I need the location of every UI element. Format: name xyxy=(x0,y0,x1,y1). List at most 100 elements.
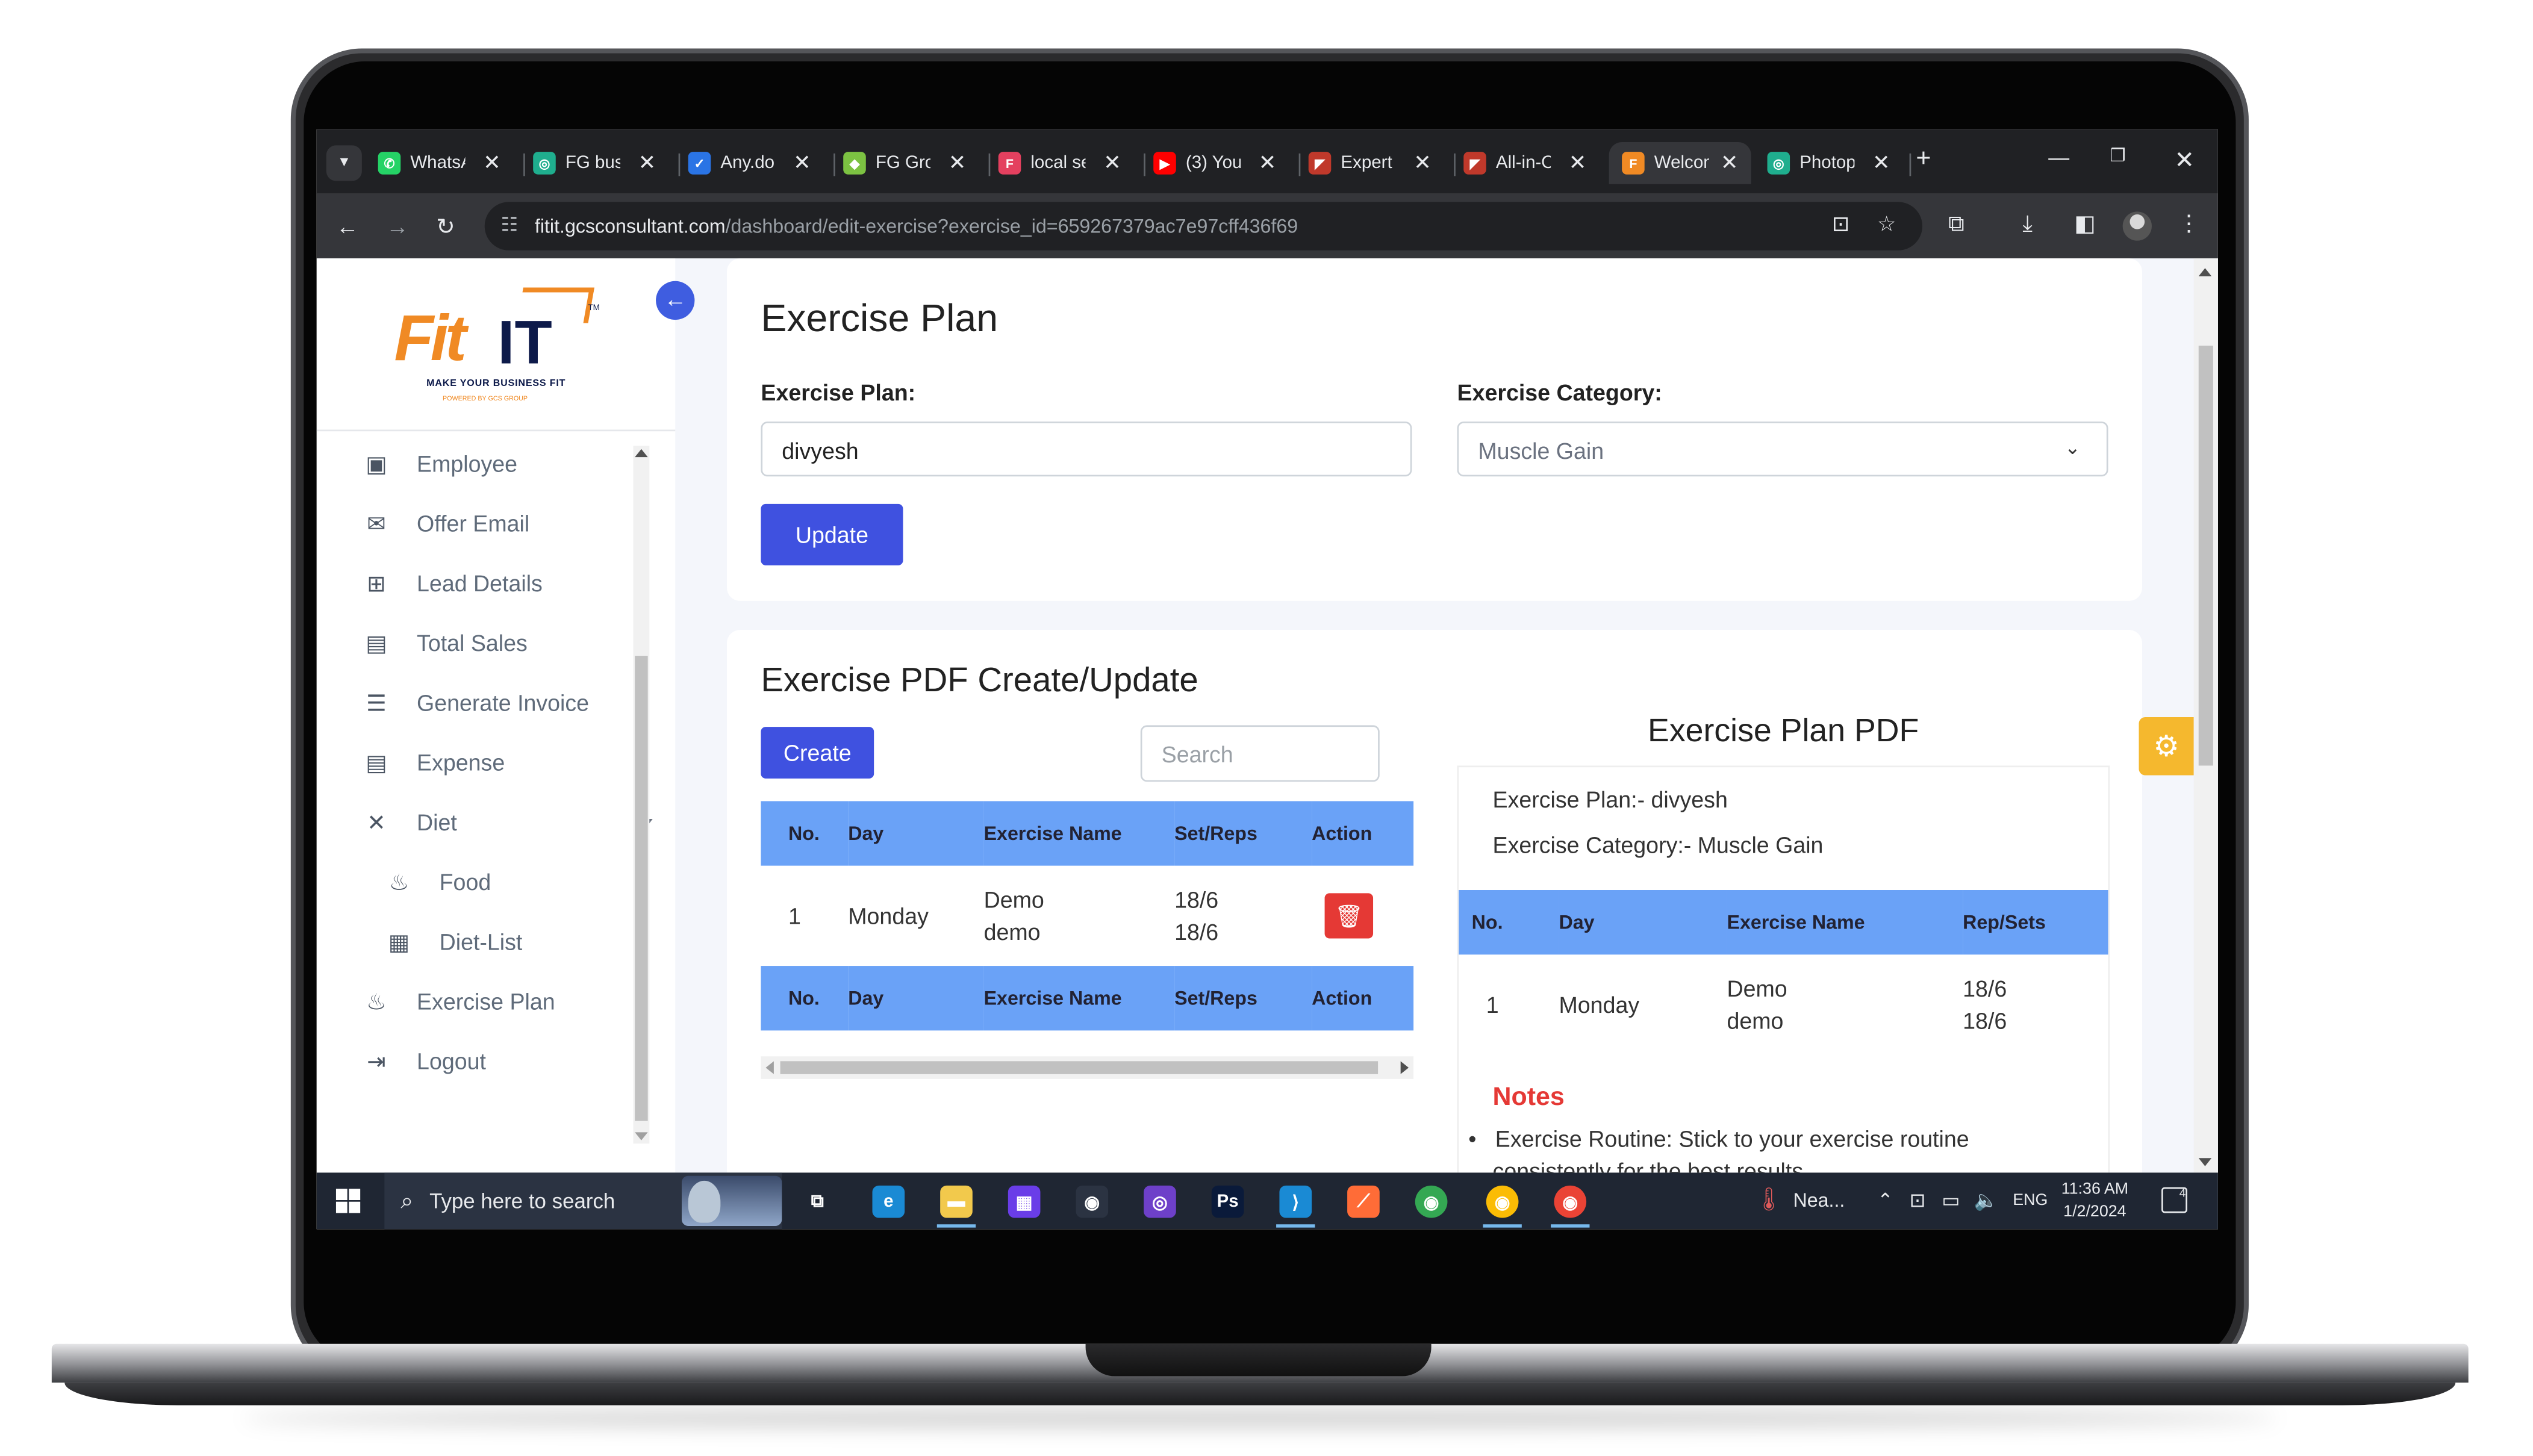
back-arrow-icon[interactable]: ← xyxy=(336,213,359,239)
taskbar-clock[interactable]: 11:36 AM 1/2/2024 xyxy=(2061,1179,2128,1224)
tab-close-icon[interactable]: ✕ xyxy=(638,150,656,176)
utensils-icon: ✕ xyxy=(367,808,386,835)
settings-gear-icon[interactable]: ⚙ xyxy=(2139,717,2194,776)
site-info-icon[interactable]: ☷ xyxy=(501,213,519,236)
tab-close-icon[interactable]: ✕ xyxy=(1872,150,1890,176)
note-text-cont: consistently for the best results xyxy=(1492,1158,1804,1173)
tab-close-icon[interactable]: ✕ xyxy=(1259,150,1276,176)
figma-color-icon[interactable]: ▦ xyxy=(1008,1185,1041,1218)
tab-search-button[interactable]: ▾ xyxy=(326,145,362,181)
browser-tab[interactable]: ◤ Expert ✕ xyxy=(1308,142,1441,184)
file-explorer-icon[interactable]: ▬ xyxy=(940,1185,973,1218)
github-icon[interactable]: ◎ xyxy=(1144,1185,1176,1218)
chrome-icon[interactable]: ◉ xyxy=(1415,1185,1448,1218)
preview-col-rep-sets: Rep/Sets xyxy=(1963,890,2108,955)
sidebar-item-label: Generate Invoice xyxy=(417,689,590,716)
browser-tab[interactable]: Flocal seo ✕ xyxy=(998,142,1131,184)
url-text[interactable]: fitit.gcsconsultant.com/dashboard/edit-e… xyxy=(535,215,1298,238)
extensions-icon[interactable]: ⧉ xyxy=(1948,210,1964,238)
restore-button[interactable]: ❐ xyxy=(2110,145,2125,166)
tab-close-icon[interactable]: ✕ xyxy=(949,150,966,176)
vscode-icon[interactable]: ⟩ xyxy=(1279,1185,1312,1218)
new-tab-button[interactable]: + xyxy=(1916,145,1931,174)
create-button[interactable]: Create xyxy=(761,727,874,779)
sidebar-item-diet[interactable]: ✕ Diet xyxy=(362,804,653,840)
install-app-icon[interactable]: ⊡ xyxy=(1832,211,1849,237)
sidebar-item-lead-details[interactable]: ⊞ Lead Details xyxy=(362,565,543,601)
weather-thermometer-icon[interactable]: 🌡 xyxy=(1754,1186,1783,1213)
edge-icon[interactable]: e xyxy=(872,1185,905,1218)
forward-arrow-icon[interactable]: → xyxy=(386,213,409,239)
category-select[interactable]: Muscle Gain ⌄ xyxy=(1457,422,2108,477)
tab-title: local seo xyxy=(1030,153,1085,173)
page-vertical-scrollbar[interactable] xyxy=(2193,258,2218,1173)
network-icon[interactable]: ▭ xyxy=(1942,1189,1960,1212)
menu-kebab-icon[interactable]: ⋮ xyxy=(2178,210,2201,238)
profile-avatar[interactable] xyxy=(2122,211,2152,241)
chrome-profile-icon[interactable]: ◉ xyxy=(1486,1185,1519,1218)
preview-name-1: Demo xyxy=(1727,975,1787,1002)
sidebar-scrollbar[interactable] xyxy=(633,446,650,1144)
foot-col-day: Day xyxy=(848,966,984,1031)
sidebar-item-generate-invoice[interactable]: ☰ Generate Invoice xyxy=(362,685,589,720)
browser-tab[interactable]: ◆ FG Group ✕ xyxy=(843,142,976,184)
bookmark-star-icon[interactable]: ☆ xyxy=(1877,211,1896,237)
table-horizontal-scrollbar[interactable] xyxy=(761,1056,1414,1079)
pdf-preview-title: Exercise Plan PDF xyxy=(1648,714,1919,750)
browser-tab[interactable]: ◎ FG business ✕ xyxy=(533,142,665,184)
tray-chevron-up-icon[interactable]: ⌃ xyxy=(1877,1189,1893,1212)
sidebar-item-logout[interactable]: ⇥ Logout xyxy=(362,1044,486,1079)
tab-close-icon[interactable]: ✕ xyxy=(1569,150,1586,176)
plan-input[interactable]: divyesh xyxy=(761,422,1412,477)
sidebar-item-offer-email[interactable]: ✉ Offer Email xyxy=(362,506,529,541)
browser-tab[interactable]: ✆ WhatsApp ✕ xyxy=(378,142,511,184)
collapse-sidebar-button[interactable]: ← xyxy=(656,281,695,320)
row-set-reps: 18/6 18/6 xyxy=(1174,866,1312,966)
tab-favicon-icon: ✆ xyxy=(378,152,401,175)
side-panel-icon[interactable]: ◧ xyxy=(2074,210,2095,238)
tab-favicon-icon: F xyxy=(998,152,1021,175)
browser-tab[interactable]: ▶ (3) YouTube ✕ xyxy=(1153,142,1286,184)
postman-icon[interactable]: ⟋ xyxy=(1347,1185,1380,1218)
tab-close-icon[interactable]: ✕ xyxy=(483,150,500,176)
sidebar-item-employee[interactable]: ▣ Employee xyxy=(362,446,517,481)
meet-now-icon[interactable]: ⊡ xyxy=(1910,1189,1926,1212)
search-input[interactable]: Search xyxy=(1140,725,1380,782)
chrome-profile-2-icon[interactable]: ◉ xyxy=(1554,1185,1587,1218)
download-icon[interactable]: ⤓ xyxy=(2022,210,2033,238)
sidebar-item-expense[interactable]: ▤ Expense xyxy=(362,745,505,780)
language-indicator[interactable]: ENG xyxy=(2013,1192,2048,1210)
browser-tab[interactable]: ✓ Any.do ✕ xyxy=(688,142,821,184)
weather-text[interactable]: Nea... xyxy=(1793,1189,1845,1212)
tab-close-icon[interactable]: ✕ xyxy=(1413,150,1431,176)
update-button[interactable]: Update xyxy=(761,503,903,565)
invoice-icon: ☰ xyxy=(366,689,387,715)
tab-close-icon[interactable]: ✕ xyxy=(1103,150,1121,176)
preview-header-row: No. Day Exercise Name Rep/Sets xyxy=(1459,890,2108,955)
photoshop-icon[interactable]: Ps xyxy=(1211,1185,1244,1218)
sidebar-item-label: Diet xyxy=(417,809,457,835)
windows-start-icon[interactable] xyxy=(335,1189,361,1213)
tab-title: Photopea xyxy=(1799,153,1855,173)
sidebar-item-total-sales[interactable]: ▤ Total Sales xyxy=(362,625,528,661)
volume-icon[interactable]: 🔈 xyxy=(1974,1189,1998,1212)
browser-tab[interactable]: ◎ Photopea ✕ xyxy=(1767,142,1900,184)
whatsapp-app-icon[interactable]: ◉ xyxy=(1076,1185,1109,1218)
search-highlight-image[interactable] xyxy=(681,1175,782,1226)
sidebar-item-diet-list[interactable]: ▦ Diet-List xyxy=(384,924,523,959)
tab-close-icon[interactable]: ✕ xyxy=(1721,150,1738,176)
notification-center-icon[interactable]: 4 xyxy=(2161,1187,2187,1213)
sidebar-item-food[interactable]: ♨ Food xyxy=(384,864,491,900)
task-view-icon[interactable]: ⧉ xyxy=(801,1186,833,1218)
omnibox[interactable]: ☷ fitit.gcsconsultant.com/dashboard/edit… xyxy=(484,202,1923,250)
browser-tab[interactable]: F Welcome ✕ xyxy=(1609,142,1751,184)
reload-icon[interactable]: ↻ xyxy=(436,213,455,241)
minimize-button[interactable]: — xyxy=(2048,145,2069,169)
delete-trash-icon[interactable]: 🗑 xyxy=(1324,893,1374,939)
browser-tab[interactable]: ◤ All-in-One ✕ xyxy=(1463,142,1596,184)
sidebar-item-exercise-plan[interactable]: ♨ Exercise Plan xyxy=(362,984,555,1019)
fitit-logo[interactable]: Fit IT TM MAKE YOUR BUSINESS FIT POWERED… xyxy=(394,287,600,406)
table-row[interactable]: 1 Monday Demo demo 18/6 18/6 🗑 xyxy=(761,865,1414,966)
window-close-button[interactable]: ✕ xyxy=(2175,145,2195,175)
tab-close-icon[interactable]: ✕ xyxy=(793,150,811,176)
